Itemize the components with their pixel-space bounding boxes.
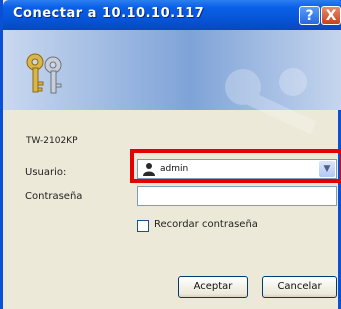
accept-button[interactable]: Aceptar <box>178 276 248 298</box>
title-bar[interactable]: Conectar a 10.10.10.117 ? X <box>3 0 341 30</box>
close-button[interactable]: X <box>321 6 341 25</box>
window-title: Conectar a 10.10.10.117 <box>13 6 205 21</box>
remember-password-checkbox[interactable] <box>137 220 149 232</box>
remember-password-label[interactable]: Recordar contraseña <box>154 219 258 230</box>
highlight-box <box>130 149 341 183</box>
login-dialog: Conectar a 10.10.10.117 ? X TW-2102KP Us… <box>0 0 341 309</box>
keys-icon <box>26 53 62 94</box>
password-label: Contraseña <box>25 191 83 202</box>
server-name: TW-2102KP <box>26 136 78 146</box>
cancel-button[interactable]: Cancelar <box>262 276 337 298</box>
password-field[interactable] <box>137 186 337 206</box>
background-keys-icon <box>225 68 317 135</box>
help-button[interactable]: ? <box>299 6 320 25</box>
username-label: Usuario: <box>25 167 67 178</box>
